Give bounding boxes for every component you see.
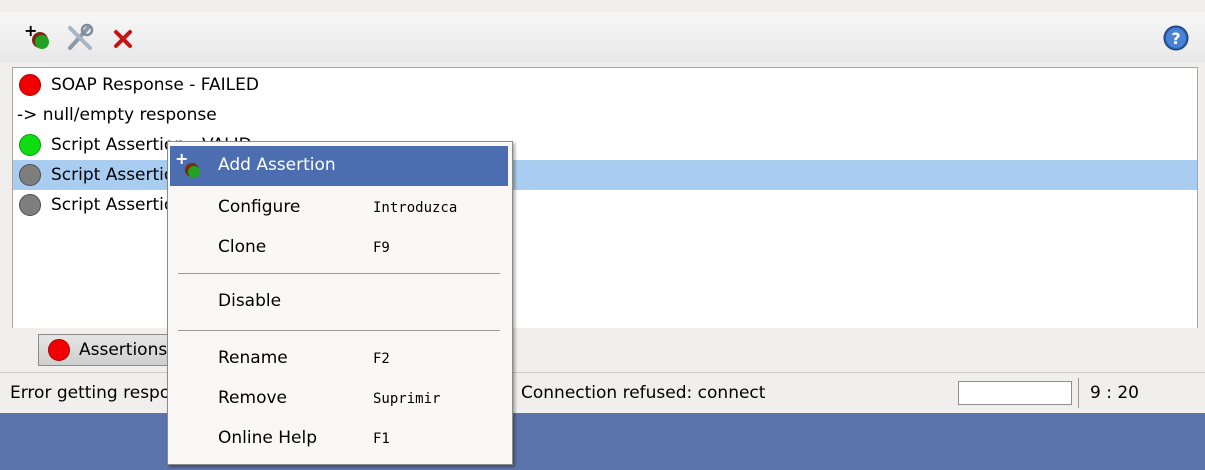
menu-item-label: Remove xyxy=(218,388,287,408)
menu-item-configure[interactable]: Configure Introduzca xyxy=(170,188,508,228)
menu-item-shortcut: Suprimir xyxy=(373,391,441,407)
caret-position: 9 : 20 xyxy=(1090,383,1139,403)
menu-item-rename[interactable]: Rename F2 xyxy=(170,339,508,379)
assertion-label: Script Assertion xyxy=(51,165,186,185)
configure-tools-icon xyxy=(68,23,94,50)
progress-box xyxy=(958,381,1072,405)
menu-separator xyxy=(178,273,500,274)
menu-item-disable[interactable]: Disable xyxy=(170,282,508,322)
menu-item-label: Online Help xyxy=(218,428,317,448)
status-detail: Connection refused: connect xyxy=(521,383,766,403)
menu-item-shortcut: F9 xyxy=(373,240,390,256)
menu-item-label: Configure xyxy=(218,197,301,217)
assertion-detail-label: -> null/empty response xyxy=(17,105,217,125)
menu-item-label: Clone xyxy=(218,237,267,257)
menu-item-shortcut: F2 xyxy=(373,351,390,367)
add-assertion-button[interactable]: + xyxy=(22,21,54,54)
menu-item-online-help[interactable]: Online Help F1 xyxy=(170,419,508,459)
menu-separator xyxy=(178,330,500,331)
menu-item-clone[interactable]: Clone F9 xyxy=(170,228,508,268)
status-unknown-icon xyxy=(19,194,41,216)
status-valid-icon xyxy=(19,134,41,156)
status-unknown-icon xyxy=(19,164,41,186)
assertion-row[interactable]: SOAP Response - FAILED xyxy=(13,70,1197,100)
assertion-label: SOAP Response - FAILED xyxy=(51,75,259,95)
remove-x-icon xyxy=(114,30,132,48)
status-failed-icon xyxy=(19,74,41,96)
assertion-detail-row[interactable]: -> null/empty response xyxy=(13,100,1197,130)
menu-item-label: Add Assertion xyxy=(218,155,336,175)
remove-assertion-button[interactable] xyxy=(108,22,140,54)
svg-text:?: ? xyxy=(1171,29,1180,48)
menu-item-shortcut: Introduzca xyxy=(373,200,458,216)
menu-item-remove[interactable]: Remove Suprimir xyxy=(170,379,508,419)
assertion-label: Script Assertion xyxy=(51,195,186,215)
configure-assertion-button[interactable] xyxy=(64,22,96,54)
add-assertion-icon: + xyxy=(24,21,49,49)
context-menu: + Add Assertion Configure Introduzca Clo… xyxy=(167,141,513,465)
tab-label: Assertions xyxy=(79,340,168,360)
status-failed-icon xyxy=(48,339,70,361)
menu-item-label: Rename xyxy=(218,348,288,368)
toolbar: + ? xyxy=(0,12,1205,62)
menu-item-shortcut: F1 xyxy=(373,431,390,447)
menu-item-add-assertion[interactable]: + Add Assertion xyxy=(170,146,508,186)
help-button[interactable]: ? xyxy=(1160,22,1192,54)
menu-item-label: Disable xyxy=(218,291,282,311)
svg-text:+: + xyxy=(175,150,188,168)
add-assertion-icon: + xyxy=(175,150,200,178)
help-icon: ? xyxy=(1163,25,1189,51)
status-divider xyxy=(1078,378,1079,408)
